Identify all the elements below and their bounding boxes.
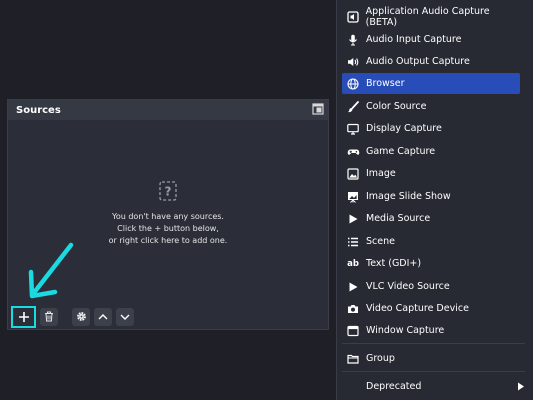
speaker-icon xyxy=(346,55,360,69)
menu-item-color-source[interactable]: Color Source xyxy=(342,96,520,117)
menu-item-label: Scene xyxy=(366,236,395,247)
empty-message: You don't have any sources. Click the + … xyxy=(68,211,268,247)
slideshow-icon xyxy=(346,190,360,204)
chevron-down-icon xyxy=(120,314,130,320)
move-up-button[interactable] xyxy=(94,307,112,326)
menu-item-label: Window Capture xyxy=(366,325,445,336)
menu-item-label: Video Capture Device xyxy=(366,303,469,314)
menu-item-audio-output-capture[interactable]: Audio Output Capture xyxy=(342,51,520,72)
menu-item-deprecated[interactable]: Deprecated xyxy=(342,376,525,397)
menu-item-label: Game Capture xyxy=(366,146,436,157)
empty-message-line: Click the + button below, xyxy=(117,224,219,233)
trash-icon xyxy=(45,311,53,322)
empty-message-line: or right click here to add one. xyxy=(108,236,228,245)
window-icon xyxy=(346,324,360,338)
microphone-icon xyxy=(346,33,360,47)
image-icon xyxy=(346,167,360,181)
menu-item-display-capture[interactable]: Display Capture xyxy=(342,118,520,139)
help-icon: ? xyxy=(159,181,177,201)
menu-item-label: Color Source xyxy=(366,101,427,112)
svg-text:?: ? xyxy=(165,185,172,199)
chevron-up-icon xyxy=(98,313,108,319)
menu-item-label: Application Audio Capture (BETA) xyxy=(365,5,490,28)
menu-item-browser[interactable]: Browser xyxy=(342,73,520,94)
empty-message-line: You don't have any sources. xyxy=(112,212,224,221)
dock-title: Sources xyxy=(16,104,61,116)
menu-item-label: Image xyxy=(366,168,396,179)
menu-item-image[interactable]: Image xyxy=(342,163,520,184)
text-icon: ab xyxy=(347,258,359,269)
menu-item-label: Audio Input Capture xyxy=(366,34,462,45)
folder-icon xyxy=(346,352,360,366)
monitor-icon xyxy=(346,122,360,136)
add-source-menu: Application Audio Capture (BETA) Audio I… xyxy=(336,0,533,400)
menu-item-label: Audio Output Capture xyxy=(366,56,470,67)
sources-toolbar xyxy=(8,303,328,330)
remove-source-button[interactable] xyxy=(40,307,58,326)
add-source-button[interactable] xyxy=(11,305,36,328)
plus-icon xyxy=(18,311,29,322)
blank-icon xyxy=(346,380,360,394)
play-icon xyxy=(346,280,360,294)
undock-icon[interactable] xyxy=(312,103,324,115)
menu-item-label: Group xyxy=(366,353,395,364)
menu-item-application-audio-capture[interactable]: Application Audio Capture (BETA) xyxy=(342,5,520,28)
menu-separator xyxy=(342,371,525,372)
menu-item-media-source[interactable]: Media Source xyxy=(342,208,520,229)
menu-item-game-capture[interactable]: Game Capture xyxy=(342,141,520,162)
menu-item-label: Text (GDI+) xyxy=(366,258,422,269)
submenu-arrow-icon xyxy=(518,382,524,391)
menu-item-label: Media Source xyxy=(366,213,431,224)
menu-item-label: VLC Video Source xyxy=(366,281,450,292)
annotation-arrow-icon xyxy=(28,242,74,299)
list-icon xyxy=(346,235,360,249)
gear-icon xyxy=(76,312,86,321)
move-down-button[interactable] xyxy=(116,307,134,326)
app-audio-icon xyxy=(346,10,360,24)
menu-item-image-slide-show[interactable]: Image Slide Show xyxy=(342,186,520,207)
menu-item-label: Display Capture xyxy=(366,123,442,134)
globe-icon xyxy=(346,77,360,91)
menu-item-audio-input-capture[interactable]: Audio Input Capture xyxy=(342,29,520,50)
menu-item-video-capture-device[interactable]: Video Capture Device xyxy=(342,298,520,319)
menu-item-label: Image Slide Show xyxy=(366,191,451,202)
play-icon xyxy=(346,212,360,226)
gamepad-icon xyxy=(346,145,360,159)
menu-item-window-capture[interactable]: Window Capture xyxy=(342,320,520,341)
menu-item-group[interactable]: Group xyxy=(342,348,520,369)
menu-item-scene[interactable]: Scene xyxy=(342,231,520,252)
menu-separator xyxy=(342,343,525,344)
brush-icon xyxy=(346,100,360,114)
sources-dock-header: Sources xyxy=(8,100,328,120)
camera-icon xyxy=(346,302,360,316)
source-properties-button[interactable] xyxy=(72,307,90,326)
menu-item-text-gdi[interactable]: ab Text (GDI+) xyxy=(342,253,520,274)
menu-item-label: Deprecated xyxy=(366,381,422,392)
menu-item-vlc-video-source[interactable]: VLC Video Source xyxy=(342,276,520,297)
menu-item-label: Browser xyxy=(366,78,405,89)
